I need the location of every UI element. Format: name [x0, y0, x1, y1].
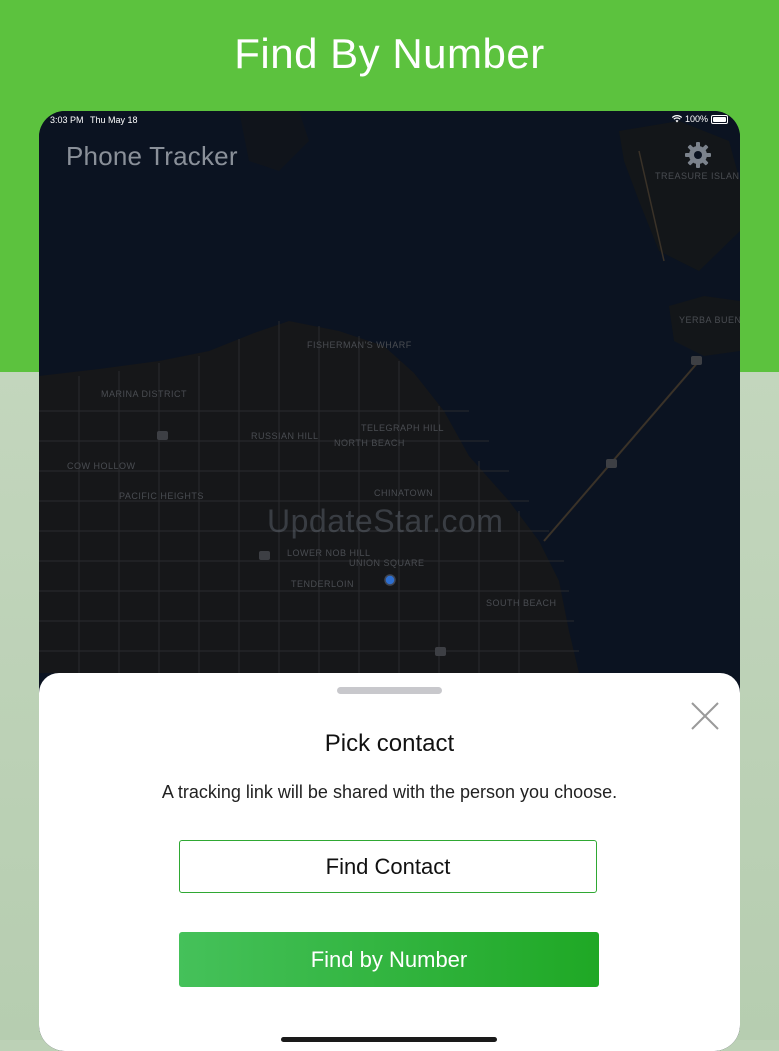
page-headline: Find By Number — [234, 30, 545, 77]
map-label: SOUTH BEACH — [486, 598, 557, 608]
battery-percent: 100% — [684, 114, 708, 124]
find-contact-button[interactable]: Find Contact — [179, 840, 597, 893]
sheet-title: Pick contact — [324, 730, 455, 757]
map-label: RUSSIAN HILL — [251, 431, 319, 441]
map-label: LOWER NOB HILL — [287, 548, 371, 558]
map-label: FISHERMAN'S WHARF — [307, 340, 412, 350]
current-location-icon — [384, 574, 396, 586]
map-label: COW HOLLOW — [67, 461, 136, 471]
find-by-number-button[interactable]: Find by Number — [179, 932, 599, 987]
map-label: MARINA DISTRICT — [101, 389, 187, 399]
wifi-icon — [671, 115, 682, 123]
pick-contact-sheet: Pick contact A tracking link will be sha… — [39, 673, 740, 1051]
gear-icon[interactable] — [683, 140, 713, 170]
map-label: TELEGRAPH HILL — [361, 423, 444, 433]
status-right: 100% — [671, 114, 728, 124]
status-time: 3:03 PM — [50, 115, 84, 125]
map-label: TENDERLOIN — [291, 579, 354, 589]
watermark-text: UpdateStar.com — [267, 503, 504, 539]
battery-icon — [711, 114, 728, 124]
map-label: PACIFIC HEIGHTS — [119, 491, 204, 501]
app-title: Phone Tracker — [66, 141, 238, 171]
sheet-grabber[interactable] — [337, 687, 442, 694]
map-label: TREASURE ISLAND — [655, 171, 740, 181]
map-label: CHINATOWN — [374, 488, 433, 498]
map-label: YERBA BUENA ISLAND — [679, 315, 740, 325]
map-label: NORTH BEACH — [334, 438, 405, 448]
device-screen: FISHERMAN'S WHARF MARINA DISTRICT TELEGR… — [39, 111, 740, 1051]
status-bar: 3:03 PM Thu May 18 100% — [39, 111, 740, 129]
map-label: UNION SQUARE — [349, 558, 425, 568]
status-date: Thu May 18 — [90, 115, 138, 125]
sheet-subtitle: A tracking link will be shared with the … — [161, 782, 618, 802]
close-icon[interactable] — [689, 700, 721, 732]
